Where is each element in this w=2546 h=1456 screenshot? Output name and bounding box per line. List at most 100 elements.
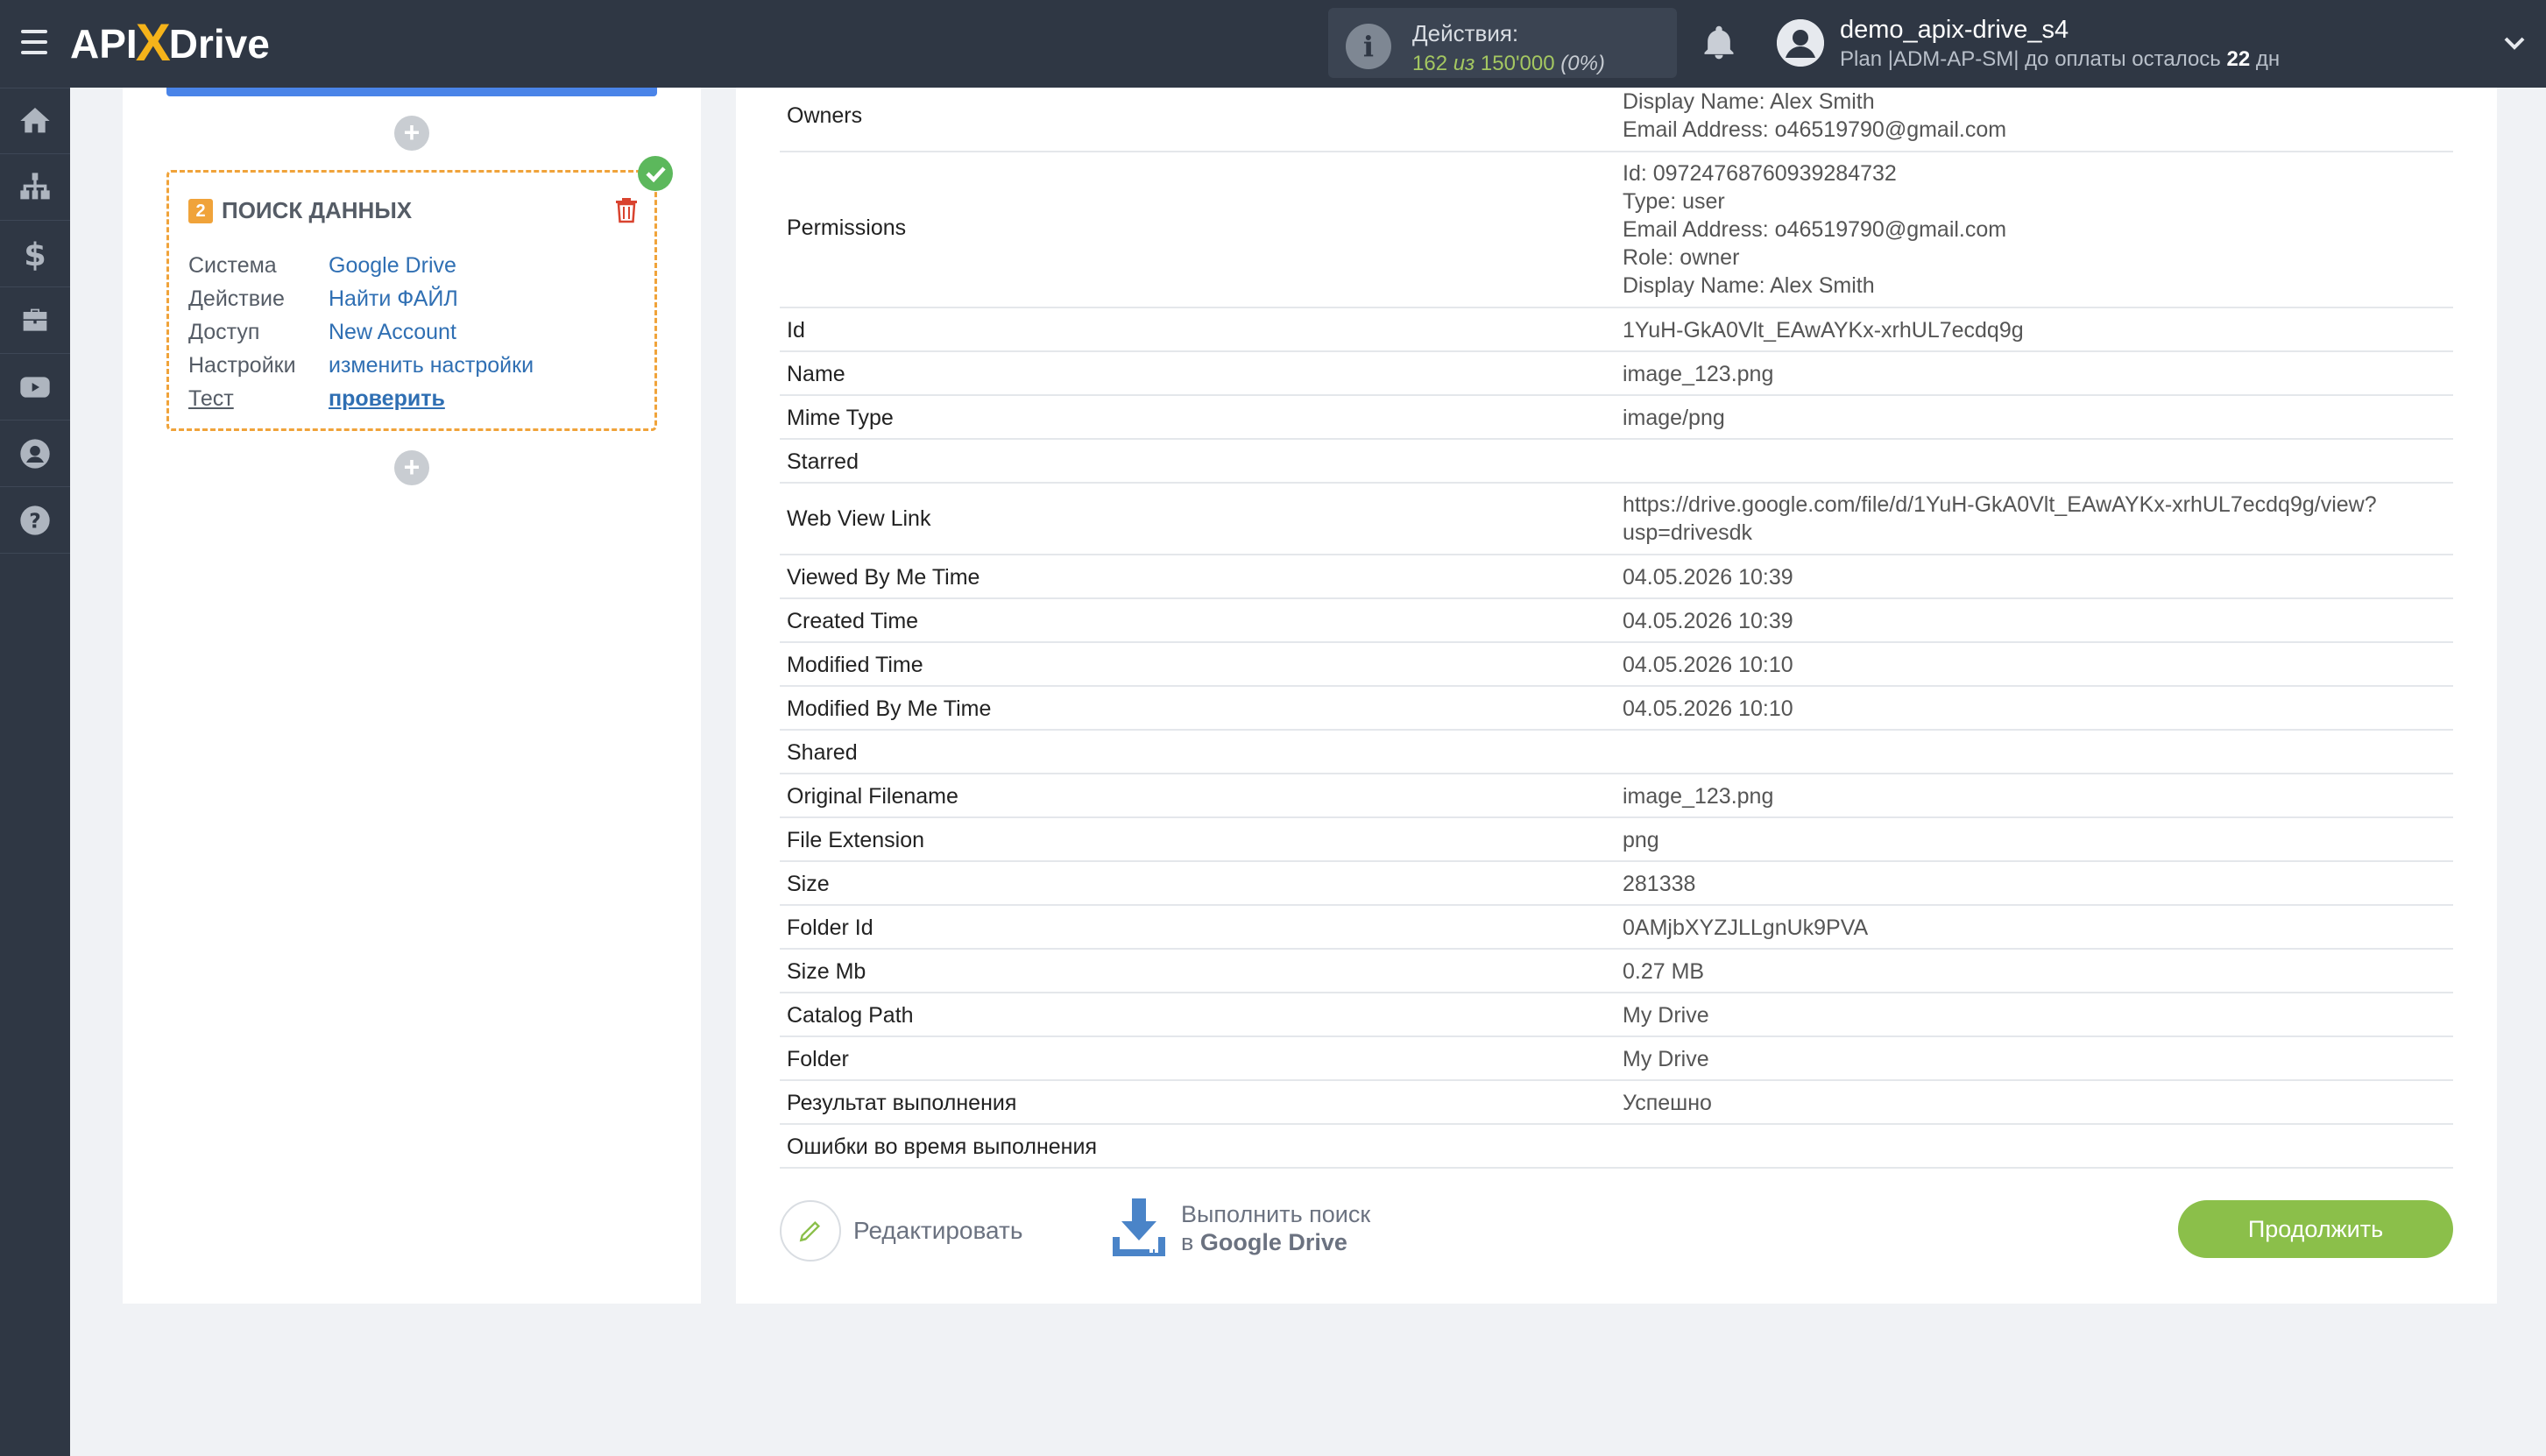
step-row-label: Настройки — [188, 353, 296, 378]
table-row: Результат выполнения Успешно — [780, 1081, 2453, 1125]
field-name: Original Filename — [787, 784, 958, 809]
table-row: Id 1YuH-GkA0Vlt_EAwAYKx-xrhUL7ecdq9g — [780, 308, 2453, 352]
action-link[interactable]: Найти ФАЙЛ — [329, 286, 458, 311]
field-value: image_123.png — [1623, 784, 1774, 809]
field-value: 04.05.2026 10:10 — [1623, 696, 1793, 721]
run-search-service: Google Drive — [1199, 1229, 1347, 1255]
field-value-line: Type: user — [1623, 189, 1725, 214]
home-icon — [20, 108, 50, 133]
actions-total: 150'000 — [1480, 52, 1555, 75]
access-link[interactable]: New Account — [329, 320, 456, 344]
svg-text:$: $ — [24, 237, 46, 272]
plan-text: Plan |ADM-AP-SM| до оплаты осталось — [1840, 47, 2227, 71]
sidebar-item-help[interactable]: ? — [0, 487, 70, 554]
trash-icon[interactable] — [614, 195, 639, 223]
table-row: Catalog Path My Drive — [780, 993, 2453, 1037]
table-row: Modified Time 04.05.2026 10:10 — [780, 643, 2453, 687]
sidebar-item-connections[interactable] — [0, 154, 70, 221]
actions-label: Действия: — [1412, 20, 1519, 46]
avatar[interactable] — [1777, 19, 1824, 67]
settings-link[interactable]: изменить настройки — [329, 353, 534, 378]
sidebar-item-tools[interactable] — [0, 287, 70, 354]
field-name: Результат выполнения — [787, 1091, 1017, 1115]
field-value: Display Name: Alex Smith Email Address: … — [1623, 88, 2006, 144]
user-icon — [20, 438, 50, 469]
run-search-line1: Выполнить поиск — [1181, 1201, 1371, 1227]
table-row: Permissions Id: 09724768760939284732 Typ… — [780, 152, 2453, 308]
plan-days-unit: дн — [2250, 47, 2281, 71]
table-row: Original Filename image_123.png — [780, 774, 2453, 818]
field-value: 04.05.2026 10:39 — [1623, 609, 1793, 633]
logo[interactable]: API X Drive — [70, 13, 270, 72]
field-name: Name — [787, 362, 845, 386]
step-title-text: ПОИСК ДАННЫХ — [222, 197, 413, 223]
logo-text-drive: Drive — [168, 21, 270, 67]
field-value-line: Email Address: o46519790@gmail.com — [1623, 117, 2007, 142]
step-row-settings: Настройки изменить настройки — [188, 353, 534, 378]
run-search-text: Выполнить поиск в Google Drive — [1181, 1200, 1370, 1256]
add-step-button[interactable]: + — [394, 116, 429, 151]
field-name: Permissions — [787, 216, 907, 240]
table-row: File Extension png — [780, 818, 2453, 862]
step-row-action: Действие Найти ФАЙЛ — [188, 286, 458, 312]
sidebar-item-home[interactable] — [0, 88, 70, 154]
field-value: 04.05.2026 10:39 — [1623, 565, 1793, 590]
chevron-down-icon[interactable] — [2502, 33, 2527, 53]
actions-percent: (0%) — [1560, 52, 1605, 75]
step-row-label: Действие — [188, 286, 285, 311]
field-value: My Drive — [1623, 1003, 1709, 1028]
plan-days: 22 — [2226, 47, 2251, 71]
actions-count: 162 из 150'000 (0%) — [1412, 52, 1605, 76]
table-row: Name image_123.png — [780, 352, 2453, 396]
table-row: Owners Display Name: Alex Smith Email Ad… — [780, 88, 2453, 152]
field-value-line: Display Name: Alex Smith — [1623, 273, 1875, 298]
sitemap-icon — [20, 172, 50, 199]
step-row-system: Система Google Drive — [188, 253, 456, 279]
sidebar-item-video[interactable] — [0, 354, 70, 421]
bell-icon[interactable] — [1700, 23, 1738, 63]
step-row-label: Тест — [188, 386, 234, 411]
table-row: Web View Link https://drive.google.com/f… — [780, 484, 2453, 555]
field-name: File Extension — [787, 828, 925, 852]
actions-counter: i Действия: 162 из 150'000 (0%) — [1328, 8, 1677, 78]
field-name: Shared — [787, 740, 858, 765]
step-number: 2 — [188, 198, 213, 223]
table-row: Mime Type image/png — [780, 396, 2453, 440]
step-row-label: Доступ — [188, 320, 260, 344]
field-name: Folder Id — [787, 915, 873, 940]
table-row: Shared — [780, 731, 2453, 774]
previous-step-bar — [166, 88, 657, 96]
system-link[interactable]: Google Drive — [329, 253, 456, 278]
table-row: Folder Id 0AMjbXYZJLLgnUk9PVA — [780, 906, 2453, 950]
download-icon — [1113, 1198, 1165, 1256]
sidebar-item-billing[interactable]: $ — [0, 221, 70, 287]
sidebar-item-profile[interactable] — [0, 421, 70, 487]
actions-used: 162 — [1412, 52, 1448, 75]
run-search-button[interactable]: Выполнить поиск в Google Drive — [1111, 1198, 1370, 1258]
field-value-line: Id: 09724768760939284732 — [1623, 161, 1897, 186]
field-value: https://drive.google.com/file/d/1YuH-GkA… — [1623, 491, 2377, 547]
field-name: Folder — [787, 1047, 849, 1071]
edit-label: Редактировать — [853, 1217, 1023, 1244]
field-name: Ошибки во время выполнения — [787, 1134, 1097, 1159]
field-value: 1YuH-GkA0Vlt_EAwAYKx-xrhUL7ecdq9g — [1623, 318, 2024, 343]
step-card-search[interactable]: 2 ПОИСК ДАННЫХ Система Google Drive Дейст… — [166, 170, 657, 431]
field-name: Modified By Me Time — [787, 696, 992, 721]
add-step-button[interactable]: + — [394, 450, 429, 485]
test-link[interactable]: проверить — [329, 386, 445, 411]
field-value: image_123.png — [1623, 362, 1774, 386]
table-row: Starred — [780, 440, 2453, 484]
user-plan: Plan |ADM-AP-SM| до оплаты осталось 22 д… — [1840, 47, 2280, 72]
step-title: 2 ПОИСК ДАННЫХ — [188, 197, 412, 224]
menu-icon[interactable] — [21, 30, 47, 54]
user-name[interactable]: demo_apix-drive_s4 — [1840, 16, 2069, 45]
actions-of: из — [1453, 52, 1475, 75]
field-value-line: usp=drivesdk — [1623, 520, 1752, 545]
field-name: Owners — [787, 103, 863, 128]
field-value-line: Role: owner — [1623, 245, 1740, 270]
table-row: Size 281338 — [780, 862, 2453, 906]
field-value: 0.27 MB — [1623, 959, 1705, 984]
continue-button[interactable]: Продолжить — [2178, 1200, 2453, 1258]
edit-button[interactable]: Редактировать — [780, 1200, 1022, 1262]
sidebar: $ ? — [0, 88, 70, 1456]
